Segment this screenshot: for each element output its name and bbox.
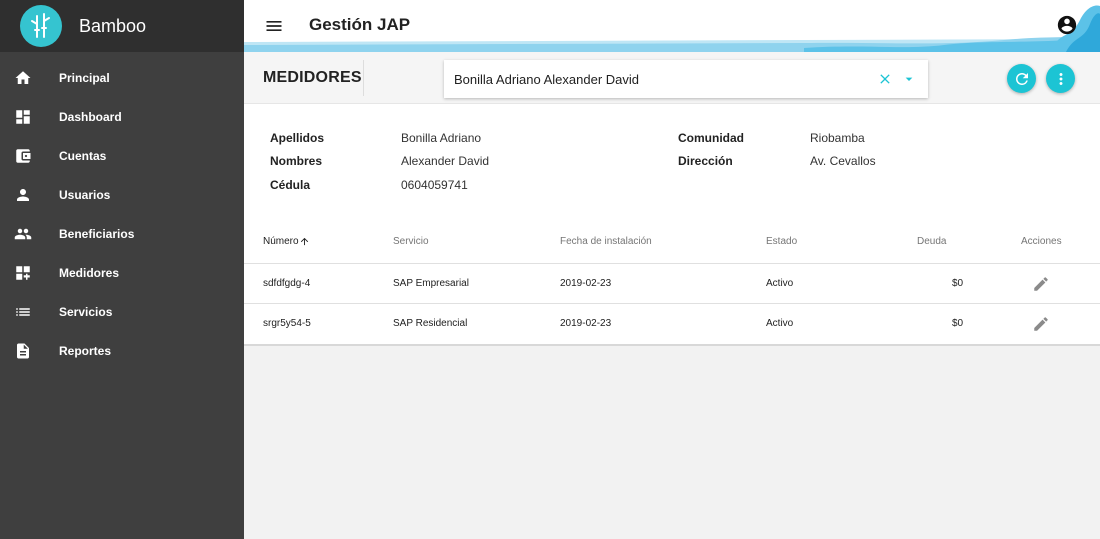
sidebar-item-principal[interactable]: Principal — [0, 58, 244, 97]
cell-estado: Activo — [766, 278, 794, 289]
beneficiary-search — [444, 60, 928, 98]
sidebar-item-label: Usuarios — [59, 187, 111, 202]
wave-decoration — [244, 36, 1100, 52]
chevron-down-icon[interactable] — [900, 70, 918, 88]
apellidos-value: Bonilla Adriano — [401, 131, 482, 145]
more-vert-icon — [1059, 72, 1062, 85]
sidebar-item-usuarios[interactable]: Usuarios — [0, 175, 244, 214]
more-options-button[interactable] — [1046, 64, 1075, 93]
bamboo-logo-icon — [20, 5, 62, 47]
column-fecha[interactable]: Fecha de instalación — [560, 236, 652, 247]
cell-deuda: $0 — [952, 278, 964, 289]
list-icon — [13, 302, 33, 322]
sidebar-item-reportes[interactable]: Reportes — [0, 331, 244, 370]
cell-numero: sdfdfgdg-4 — [263, 278, 311, 289]
brand-name: Bamboo — [79, 15, 147, 36]
table-row: srgr5y54-5 SAP Residencial 2019-02-23 Ac… — [244, 304, 1100, 344]
cell-fecha: 2019-02-23 — [560, 318, 612, 329]
refresh-icon — [1015, 72, 1028, 85]
cell-numero: srgr5y54-5 — [263, 318, 311, 329]
comunidad-label: Comunidad — [678, 131, 744, 145]
account-circle-icon[interactable] — [1056, 14, 1078, 36]
edit-icon[interactable] — [1032, 275, 1050, 293]
main-content: MEDIDORES Apellidos Bonilla Adriano Nomb… — [244, 52, 1100, 539]
sidebar-item-label: Cuentas — [59, 148, 107, 163]
people-icon — [13, 224, 33, 244]
sidebar-item-dashboard[interactable]: Dashboard — [0, 97, 244, 136]
table-header: Número Servicio Fecha de instalación Est… — [244, 217, 1100, 264]
section-title: MEDIDORES — [263, 69, 362, 86]
sidebar-item-label: Medidores — [59, 265, 120, 280]
column-numero[interactable]: Número — [263, 236, 310, 247]
column-numero-label: Número — [263, 236, 299, 247]
divider — [363, 60, 364, 96]
brand-header: Bamboo — [0, 0, 244, 52]
cell-servicio: SAP Residencial — [393, 318, 468, 329]
sidebar-item-servicios[interactable]: Servicios — [0, 292, 244, 331]
cell-servicio: SAP Empresarial — [393, 278, 469, 289]
edit-icon[interactable] — [1032, 315, 1050, 333]
clear-icon[interactable] — [876, 70, 894, 88]
sidebar-item-label: Principal — [59, 70, 110, 85]
column-deuda[interactable]: Deuda — [917, 236, 946, 247]
sidebar-item-label: Beneficiarios — [59, 226, 135, 241]
meters-icon — [13, 263, 33, 283]
sidebar-item-label: Servicios — [59, 304, 113, 319]
direccion-label: Dirección — [678, 154, 733, 168]
search-input[interactable] — [444, 71, 876, 87]
comunidad-value: Riobamba — [810, 131, 865, 145]
cell-deuda: $0 — [952, 318, 964, 329]
menu-icon[interactable] — [264, 16, 284, 36]
cell-fecha: 2019-02-23 — [560, 278, 612, 289]
column-estado[interactable]: Estado — [766, 236, 797, 247]
cell-estado: Activo — [766, 318, 794, 329]
column-servicio[interactable]: Servicio — [393, 236, 429, 247]
sidebar: Bamboo Principal Dashboard Cuentas Usuar… — [0, 0, 244, 539]
refresh-button[interactable] — [1007, 64, 1036, 93]
cedula-label: Cédula — [270, 178, 311, 192]
sidebar-item-beneficiarios[interactable]: Beneficiarios — [0, 214, 244, 253]
sidebar-item-label: Reportes — [59, 343, 112, 358]
nombres-label: Nombres — [270, 154, 323, 168]
person-icon — [13, 185, 33, 205]
document-icon — [13, 341, 33, 361]
column-acciones: Acciones — [1021, 236, 1062, 247]
top-app-bar: Gestión JAP — [244, 0, 1100, 52]
sidebar-item-cuentas[interactable]: Cuentas — [0, 136, 244, 175]
sidebar-item-medidores[interactable]: Medidores — [0, 253, 244, 292]
section-header: MEDIDORES — [244, 52, 1100, 104]
nombres-value: Alexander David — [401, 154, 490, 168]
wallet-icon — [13, 146, 33, 166]
sidebar-item-label: Dashboard — [59, 109, 122, 124]
direccion-value: Av. Cevallos — [810, 154, 876, 168]
apellidos-label: Apellidos — [270, 131, 325, 145]
dashboard-icon — [13, 107, 33, 127]
home-icon — [13, 68, 33, 88]
meters-table: Número Servicio Fecha de instalación Est… — [244, 217, 1100, 346]
app-title: Gestión JAP — [309, 15, 411, 34]
sidebar-nav: Principal Dashboard Cuentas Usuarios Ben… — [0, 58, 244, 370]
cedula-value: 0604059741 — [401, 178, 468, 192]
table-row: sdfdfgdg-4 SAP Empresarial 2019-02-23 Ac… — [244, 264, 1100, 304]
beneficiary-details: Apellidos Bonilla Adriano Nombres Alexan… — [244, 104, 1100, 217]
sort-arrow-up-icon — [300, 237, 308, 246]
